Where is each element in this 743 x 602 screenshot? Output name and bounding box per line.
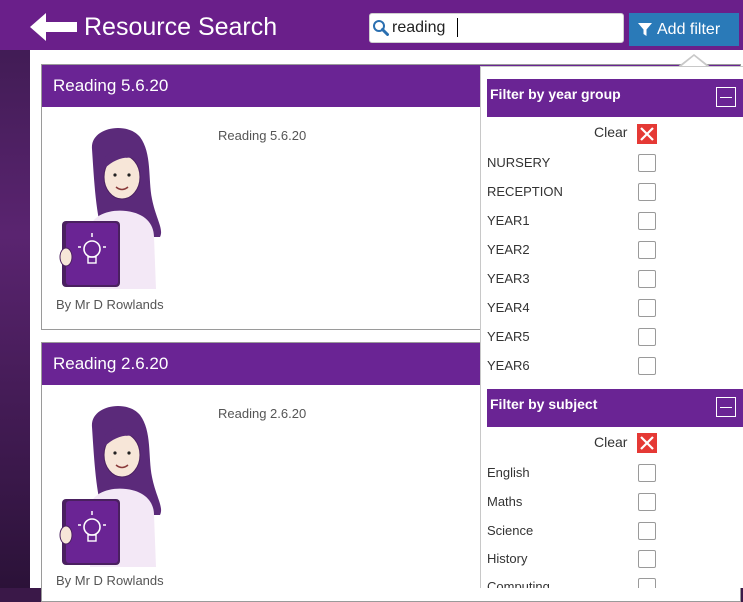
card-author: By Mr D Rowlands [56,297,164,312]
year-option-label: YEAR5 [487,329,530,344]
year-option-checkbox[interactable] [638,154,656,172]
subject-option-label: History [487,551,528,566]
collapse-icon[interactable] [716,397,736,417]
subject-option-label: Science [487,523,534,538]
subject-option-checkbox[interactable] [638,464,656,482]
year-option-checkbox[interactable] [638,328,656,346]
subject-option-label: Maths [487,494,523,509]
year-option-checkbox[interactable] [638,299,656,317]
year-option-label: YEAR2 [487,242,530,257]
year-option-checkbox[interactable] [638,270,656,288]
filter-year-title: Filter by year group [490,86,621,102]
year-option-checkbox[interactable] [638,183,656,201]
filter-year-header: Filter by year group [487,79,743,117]
year-option-checkbox[interactable] [638,241,656,259]
teacher-avatar [59,405,162,567]
year-option-label: YEAR4 [487,300,530,315]
teacher-avatar [59,127,162,289]
collapse-icon[interactable] [716,87,736,107]
year-option-label: YEAR1 [487,213,530,228]
page-title: Resource Search [84,13,278,41]
year-option-label: YEAR3 [487,271,530,286]
year-option-label: RECEPTION [487,184,563,199]
subject-option-checkbox[interactable] [638,493,656,511]
card-description: Reading 2.6.20 [218,406,307,421]
card-author: By Mr D Rowlands [56,573,164,588]
clear-subject-label: Clear [594,434,628,450]
back-arrow-icon[interactable] [30,12,78,42]
subject-option-checkbox[interactable] [638,522,656,540]
search-input[interactable] [392,17,617,39]
funnel-icon [638,23,652,36]
filter-subject-header: Filter by subject [487,389,743,427]
filter-panel: Filter by year group Clear NURSERY RECEP… [480,66,743,588]
year-option-checkbox[interactable] [638,212,656,230]
add-filter-button[interactable]: Add filter [629,13,739,46]
card-description: Reading 5.6.20 [218,128,307,143]
subject-option-checkbox[interactable] [638,578,656,588]
clear-year-label: Clear [594,124,628,140]
year-option-label: NURSERY [487,155,551,170]
year-option-label: YEAR6 [487,358,530,373]
subject-option-label: Computing [487,579,550,588]
search-box[interactable] [369,13,624,43]
background-left [0,0,30,588]
filter-subject-title: Filter by subject [490,396,598,412]
add-filter-label: Add filter [657,21,721,38]
subject-option-label: English [487,465,530,480]
clear-x-icon[interactable] [637,433,657,453]
subject-option-checkbox[interactable] [638,550,656,568]
clear-x-icon[interactable] [637,124,657,144]
text-caret [457,18,458,37]
year-option-checkbox[interactable] [638,357,656,375]
search-icon [373,20,389,36]
